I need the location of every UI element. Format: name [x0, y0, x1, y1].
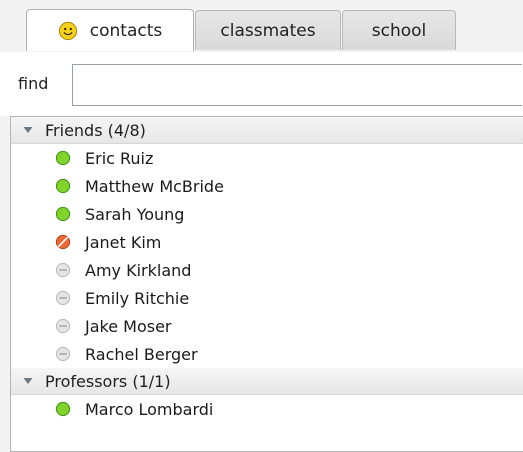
tab-contacts-label: contacts [89, 20, 163, 41]
offline-status-icon [55, 346, 71, 362]
contact-item[interactable]: Sarah Young [11, 200, 523, 228]
contact-name: Matthew McBride [85, 176, 224, 196]
contact-name: Jake Moser [85, 316, 172, 336]
tab-contacts[interactable]: contacts [26, 9, 194, 51]
group-title: Professors (1/1) [45, 371, 171, 391]
busy-status-icon [55, 234, 71, 250]
contact-name: Eric Ruiz [85, 148, 154, 168]
contact-item[interactable]: Janet Kim [11, 228, 523, 256]
offline-status-icon [55, 290, 71, 306]
contact-item[interactable]: Jake Moser [11, 312, 523, 340]
group-header-friends[interactable]: Friends (4/8) [11, 117, 523, 144]
contact-item[interactable]: Amy Kirkland [11, 256, 523, 284]
online-status-icon [55, 206, 71, 222]
group-title: Friends (4/8) [45, 120, 146, 140]
offline-status-icon [55, 262, 71, 278]
group-header-professors[interactable]: Professors (1/1) [11, 368, 523, 395]
expand-triangle-icon [23, 127, 33, 133]
online-status-icon [55, 150, 71, 166]
tab-classmates-label: classmates [220, 20, 316, 41]
contact-name: Sarah Young [85, 204, 185, 224]
contact-name: Marco Lombardi [85, 399, 214, 419]
contacts-window: contacts classmates school find Friends … [0, 0, 523, 452]
contact-item[interactable]: Emily Ritchie [11, 284, 523, 312]
contact-item[interactable]: Rachel Berger [11, 340, 523, 368]
find-label: find [18, 74, 49, 93]
tab-classmates[interactable]: classmates [195, 10, 341, 50]
contact-item[interactable]: Eric Ruiz [11, 144, 523, 172]
contact-name: Rachel Berger [85, 344, 198, 364]
contact-name: Janet Kim [85, 232, 162, 252]
contact-item[interactable]: Matthew McBride [11, 172, 523, 200]
expand-triangle-icon [23, 378, 33, 384]
contact-item[interactable]: Marco Lombardi [11, 395, 523, 423]
online-status-icon [55, 178, 71, 194]
contact-name: Emily Ritchie [85, 288, 190, 308]
contact-name: Amy Kirkland [85, 260, 192, 280]
smiley-icon [58, 21, 77, 40]
offline-status-icon [55, 318, 71, 334]
find-row: find [0, 52, 523, 116]
online-status-icon [55, 401, 71, 417]
find-input[interactable] [72, 64, 522, 106]
contacts-list[interactable]: Friends (4/8) Eric Ruiz Matthew McBride … [10, 116, 523, 452]
tab-school[interactable]: school [342, 10, 456, 50]
tab-bar: contacts classmates school [0, 0, 523, 53]
tab-school-label: school [371, 20, 427, 41]
